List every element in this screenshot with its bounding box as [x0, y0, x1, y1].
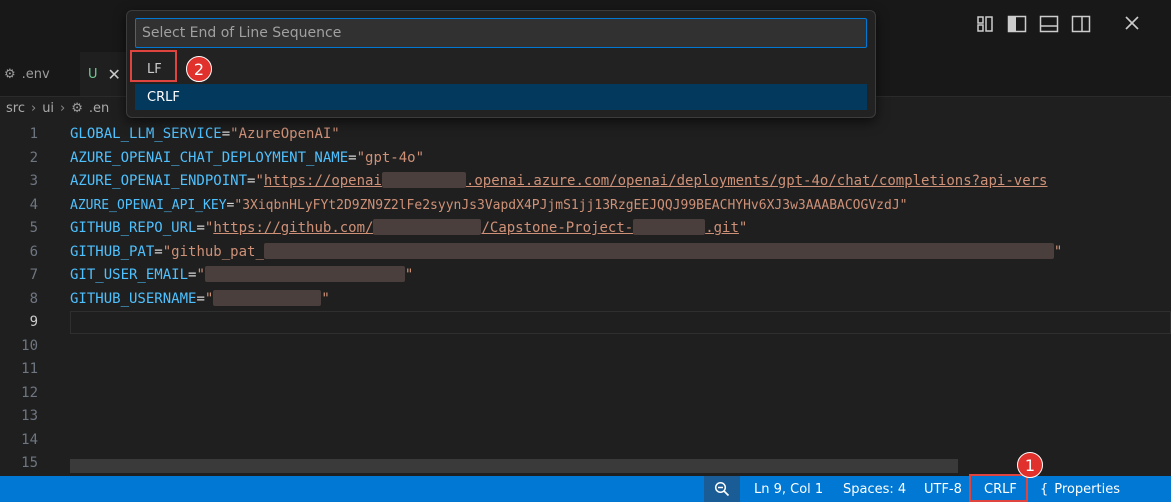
line-number: 7 [29, 267, 38, 283]
env-key: GITHUB_REPO_URL [70, 220, 197, 236]
tab-label: .env [21, 66, 50, 82]
code-line: 11 [0, 358, 1171, 382]
env-key: GITHUB_PAT [70, 243, 155, 260]
code-line: 14 [0, 429, 1171, 453]
line-number: 11 [21, 361, 38, 377]
quick-pick-item-crlf[interactable]: CRLF [135, 84, 867, 110]
gear-icon: ⚙ [71, 100, 83, 116]
env-key: AZURE_OPENAI_CHAT_DEPLOYMENT_NAME [70, 149, 349, 166]
chevron-right-icon: › [30, 100, 37, 116]
window-close-icon[interactable] [1121, 12, 1143, 34]
code-line: 1 GLOBAL_LLM_SERVICE="AzureOpenAI" [0, 123, 1171, 147]
line-number: 12 [21, 384, 38, 401]
close-icon[interactable]: ✕ [108, 65, 121, 84]
line-number: 2 [29, 149, 38, 166]
language-label: Properties [1054, 481, 1120, 497]
toggle-panel-icon[interactable] [1039, 14, 1059, 34]
breadcrumb-item-ui[interactable]: ui [42, 101, 54, 116]
current-line-highlight [70, 311, 1171, 334]
toggle-secondary-sidebar-icon[interactable] [1071, 14, 1091, 34]
customize-layout-icon[interactable] [975, 14, 995, 34]
env-value: "github_pat_ [162, 243, 264, 260]
callout-badge-2: 2 [186, 56, 212, 82]
quick-pick-dialog: LF CRLF [126, 10, 876, 118]
zoom-out-icon[interactable] [704, 476, 740, 502]
breadcrumb: src › ui › ⚙ .en [0, 96, 109, 120]
status-indentation[interactable]: Spaces: 4 [843, 476, 906, 502]
line-number: 8 [29, 290, 38, 307]
line-number: 10 [21, 337, 38, 354]
code-editor[interactable]: 1 GLOBAL_LLM_SERVICE="AzureOpenAI" 2 AZU… [0, 122, 1171, 476]
line-number: 3 [29, 173, 38, 189]
env-value-url[interactable]: /Capstone-Project- [481, 220, 633, 236]
redacted-text [633, 219, 706, 235]
tab-label: U [88, 66, 98, 82]
quick-pick-item-lf[interactable]: LF [135, 56, 867, 82]
line-number: 1 [29, 126, 38, 142]
highlight-box-eol [969, 474, 1028, 502]
breadcrumb-item-file[interactable]: .en [89, 101, 109, 116]
redacted-text [213, 289, 322, 306]
code-line: 10 [0, 335, 1171, 359]
chevron-right-icon: › [60, 100, 66, 116]
callout-badge-1: 1 [1017, 452, 1043, 478]
code-line: 4 AZURE_OPENAI_API_KEY="3XiqbnHLyFYt2D9Z… [0, 194, 1171, 218]
line-number: 13 [21, 408, 38, 424]
braces-icon: { [1040, 481, 1049, 497]
code-line-current: 9 [0, 311, 1171, 335]
line-number: 15 [21, 455, 38, 471]
code-line: 2 AZURE_OPENAI_CHAT_DEPLOYMENT_NAME="gpt… [0, 147, 1171, 171]
code-line: 8 GITHUB_USERNAME=" " [0, 288, 1171, 312]
tab-env[interactable]: ⚙ .env [0, 52, 82, 96]
code-line: 13 [0, 405, 1171, 429]
env-key: AZURE_OPENAI_API_KEY [70, 197, 227, 213]
status-cursor-position[interactable]: Ln 9, Col 1 [754, 476, 823, 502]
redacted-text [263, 242, 1054, 259]
horizontal-scrollbar[interactable] [70, 459, 958, 473]
quick-pick-item-label: CRLF [147, 89, 180, 105]
breadcrumb-item-src[interactable]: src [6, 101, 25, 116]
line-number: 4 [29, 196, 38, 213]
layout-controls [975, 14, 1091, 34]
env-key: GLOBAL_LLM_SERVICE [70, 126, 222, 142]
status-language-mode[interactable]: { Properties [1040, 476, 1120, 502]
code-line: 3 AZURE_OPENAI_ENDPOINT="https://openai.… [0, 170, 1171, 194]
env-value-url[interactable]: https://openai [264, 173, 382, 189]
redacted-text [373, 219, 482, 235]
line-number: 5 [29, 220, 38, 236]
redacted-text [204, 266, 405, 282]
env-value-url[interactable]: .git [705, 220, 739, 236]
env-key: GITHUB_USERNAME [70, 290, 197, 307]
line-number: 14 [21, 431, 38, 448]
status-encoding[interactable]: UTF-8 [924, 476, 962, 502]
env-key: AZURE_OPENAI_ENDPOINT [70, 173, 248, 189]
toggle-primary-sidebar-icon[interactable] [1007, 14, 1027, 34]
code-line: 6 GITHUB_PAT="github_pat_ " [0, 241, 1171, 265]
env-value: "gpt-4o" [356, 149, 425, 166]
env-value-url[interactable]: .openai.azure.com/openai/deployments/gpt… [466, 173, 1048, 189]
redacted-text [381, 172, 466, 188]
env-key: GIT_USER_EMAIL [70, 267, 189, 283]
env-value-url[interactable]: https://github.com/ [213, 220, 373, 236]
env-value: "3XiqbnHLyFYt2D9ZN9Z2lFe2syynJs3VapdX4PJ… [234, 197, 908, 213]
code-line: 12 [0, 382, 1171, 406]
highlight-box-lf [130, 50, 177, 82]
code-line: 5 GITHUB_REPO_URL="https://github.com//C… [0, 217, 1171, 241]
line-number: 9 [29, 314, 38, 330]
line-number: 6 [29, 243, 38, 260]
gear-icon: ⚙ [4, 66, 16, 82]
quick-pick-input[interactable] [135, 18, 867, 48]
code-line: 7 GIT_USER_EMAIL=" " [0, 264, 1171, 288]
env-value: "AzureOpenAI" [230, 126, 340, 142]
